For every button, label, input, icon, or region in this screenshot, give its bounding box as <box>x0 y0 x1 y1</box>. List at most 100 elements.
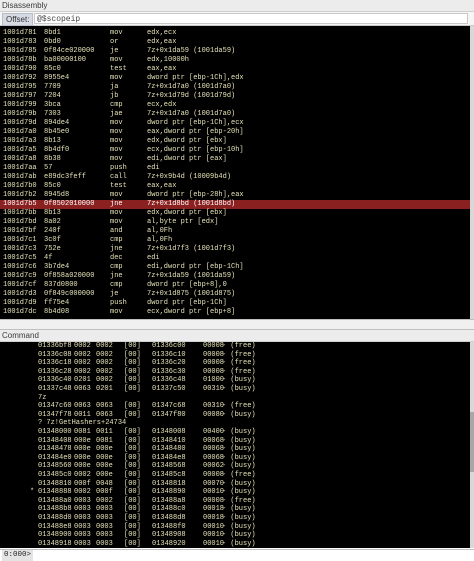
disassembly-row[interactable]: 1001d78b ba00000100 mov edx,10000h <box>0 56 470 65</box>
heap-field-e: 01348920 <box>152 539 186 548</box>
disassembly-row[interactable]: 1001d792 8955e4 mov dword ptr [ebp-1Ch],edx <box>0 74 470 83</box>
instruction-op: edx,10000h <box>147 56 190 64</box>
heap-field-f: 00010 <box>203 539 225 548</box>
disassembly-row[interactable]: 1001d7a5 8b4df0 mov ecx,dword ptr [ebp-10h] <box>0 146 470 155</box>
heap-field-g: - (busy) <box>222 436 256 445</box>
heap-field-g: - (busy) <box>222 428 256 436</box>
current-instruction-row[interactable]: 1001d7b5 0f8502010000 jne 7z+0x1d8bd (1001d… <box>0 200 470 209</box>
heap-field-c: 0063 <box>96 410 113 419</box>
disassembly-row[interactable]: 1001d7aa 57 push edi <box>0 164 470 173</box>
instruction-bytes: 894de4 <box>44 119 70 127</box>
heap-field-a: 01348918 <box>38 539 72 548</box>
heap-field-e: 01336c48 <box>152 376 186 385</box>
command-output[interactable]: 01336bf8 0002 0002 [00] 01336c00 00008- (free… <box>0 342 470 548</box>
heap-field-c: 0002 <box>96 342 113 350</box>
disassembly-row[interactable]: 1001d799 3bca cmp ecx,edx <box>0 101 470 110</box>
disassembly-row[interactable]: 1001d7c3 752e jne 7z+0x1d7f3 (1001d7f3) <box>0 245 470 254</box>
disassembly-row[interactable]: 1001d790 85c0 test eax,eax <box>0 65 470 74</box>
pane-splitter[interactable] <box>0 319 474 330</box>
heap-field-b: 0003 <box>74 505 91 514</box>
heap-field-b: 000e <box>74 445 91 454</box>
disassembly-row[interactable]: 1001d797 7204 jb 7z+0x1d79d (1001d79d) <box>0 92 470 101</box>
offset-input[interactable]: @$scopeip <box>34 13 468 24</box>
instruction-mn: mov <box>110 155 123 163</box>
heap-field-a: 01336c28 <box>38 367 72 376</box>
instruction-addr: 1001d78b <box>3 56 37 64</box>
scrollbar-thumb[interactable] <box>470 412 474 472</box>
instruction-bytes: 4f <box>44 254 53 262</box>
disassembly-row[interactable]: 1001d7a0 8b45e0 mov eax,dword ptr [ebp-20h] <box>0 128 470 137</box>
disassembly-row[interactable]: 1001d7c5 4f dec edi <box>0 254 470 263</box>
offset-label[interactable]: Offset: <box>2 13 34 26</box>
disassembly-row[interactable]: 1001d7dc 8b4d08 mov ecx,dword ptr [ebp+8] <box>0 308 470 317</box>
disassembly-row[interactable]: 1001d7cf 837d0800 cmp dword ptr [ebp+8],0 <box>0 281 470 290</box>
disassembly-row[interactable]: 1001d783 0bd0 or edx,eax <box>0 38 470 47</box>
heap-field-a: 01348000 <box>38 428 72 436</box>
heap-field-e: 01336c00 <box>152 342 186 350</box>
disassembly-row[interactable]: 1001d785 0f84ce020000 je 7z+0x1da59 (1001da… <box>0 47 470 56</box>
heap-field-c: 000f <box>96 488 113 497</box>
disassembly-row[interactable]: 1001d781 8bd1 mov edx,ecx <box>0 29 470 38</box>
command-input[interactable] <box>42 551 470 560</box>
heap-field-b: 0011 <box>74 410 91 419</box>
disassembly-row[interactable]: 1001d79d 894de4 mov dword ptr [ebp-1Ch],ecx <box>0 119 470 128</box>
disassembly-row[interactable]: 1001d795 7709 ja 7z+0x1d7a0 (1001d7a0) <box>0 83 470 92</box>
heap-field-g: - (free) <box>222 402 256 411</box>
instruction-op: edx,eax <box>147 38 177 46</box>
disassembly-row[interactable]: 1001d7bd 8a02 mov al,byte ptr [edx] <box>0 218 470 227</box>
heap-field-e: 013485c8 <box>152 471 186 479</box>
command-scrollbar[interactable] <box>470 342 474 548</box>
heap-field-f: 00008 <box>203 471 225 479</box>
disassembly-row[interactable]: 1001d7b0 85c0 test eax,eax <box>0 182 470 191</box>
heap-field-c: 0002 <box>96 376 113 385</box>
disassembly-row[interactable]: 1001d7c9 0f858a020000 jne 7z+0x1da59 (1001d… <box>0 272 470 281</box>
heap-field-e: 01336c20 <box>152 359 186 368</box>
instruction-addr: 1001d7a3 <box>3 137 37 145</box>
instruction-mn: ja <box>110 83 119 91</box>
disassembly-scrollbar[interactable] <box>470 26 474 319</box>
disassembly-row[interactable]: 1001d7bb 8b13 mov edx,dword ptr [ebx] <box>0 209 470 218</box>
instruction-op: edx,dword ptr [ebx] <box>147 209 227 217</box>
disassembly-row[interactable]: 1001d7a3 8b13 mov edx,dword ptr [ebx] <box>0 137 470 146</box>
instruction-op: eax,eax <box>147 182 177 190</box>
heap-field-a: 01348560 <box>38 462 72 471</box>
instruction-addr: 1001d795 <box>3 83 37 91</box>
heap-field-g: - (busy) <box>222 488 256 497</box>
heap-field-a: 01348810 <box>38 479 72 488</box>
heap-field-f: 00010 <box>203 531 225 540</box>
instruction-mn: je <box>110 47 119 55</box>
instruction-bytes: ba00000100 <box>44 56 87 64</box>
annotation-text: ? 7z!GetHashers+24734 <box>38 419 127 428</box>
disassembly-row[interactable]: 1001d7d9 ff75e4 push dword ptr [ebp-1Ch] <box>0 299 470 308</box>
heap-entry-row: 013485c0 0002 000e [00] 013485c8 00008- (free… <box>0 471 470 480</box>
instruction-addr: 1001d783 <box>3 38 37 46</box>
heap-field-a: 013484e0 <box>38 453 72 462</box>
instruction-bytes: 0f8502010000 <box>44 200 95 208</box>
disassembly-row[interactable]: 1001d7b2 8945d8 mov dword ptr [ebp-28h],eax <box>0 191 470 200</box>
heap-field-d: [00] <box>124 445 141 454</box>
heap-field-f: 00062 <box>203 462 225 471</box>
instruction-mn: push <box>110 164 127 172</box>
heap-field-f: 00008 <box>203 359 225 368</box>
disassembly-row[interactable]: 1001d7c1 3c0f cmp al,0Fh <box>0 236 470 245</box>
disassembly-row[interactable]: 1001d7a8 8b38 mov edi,dword ptr [eax] <box>0 155 470 164</box>
heap-field-f: 00068 <box>203 436 225 445</box>
instruction-op: al,0Fh <box>147 227 173 235</box>
heap-field-e: 01348890 <box>152 488 186 497</box>
heap-entry-row: 01348478 000e 000e [00] 01348480 00068- (busy… <box>0 445 470 454</box>
heap-field-d: [00] <box>124 350 141 359</box>
instruction-bytes: 8b13 <box>44 137 61 145</box>
disassembly-row[interactable]: 1001d7bf 240f and al,0Fh <box>0 227 470 236</box>
disassembly-listing[interactable]: 1001d781 8bd1 mov edx,ecx 1001d783 0bd0 or edx,… <box>0 26 470 319</box>
heap-field-d: [00] <box>124 367 141 376</box>
instruction-addr: 1001d79b <box>3 110 37 118</box>
heap-field-g: - (busy) <box>222 453 256 462</box>
disassembly-row[interactable]: 1001d7c6 3b7de4 cmp edi,dword ptr [ebp-1Ch] <box>0 263 470 272</box>
disassembly-row[interactable]: 1001d7ab e89dc3feff call 7z+0x9b4d (10009b4… <box>0 173 470 182</box>
disassembly-row[interactable]: 1001d7d3 0f849c000000 je 7z+0x1d875 (1001d8… <box>0 290 470 299</box>
heap-field-e: 01348908 <box>152 531 186 540</box>
instruction-op: dword ptr [ebp-1Ch],edx <box>147 74 244 82</box>
instruction-bytes: 240f <box>44 227 61 235</box>
heap-field-a: 013488b8 <box>38 505 72 514</box>
disassembly-row[interactable]: 1001d79b 7303 jae 7z+0x1d7a0 (1001d7a0) <box>0 110 470 119</box>
